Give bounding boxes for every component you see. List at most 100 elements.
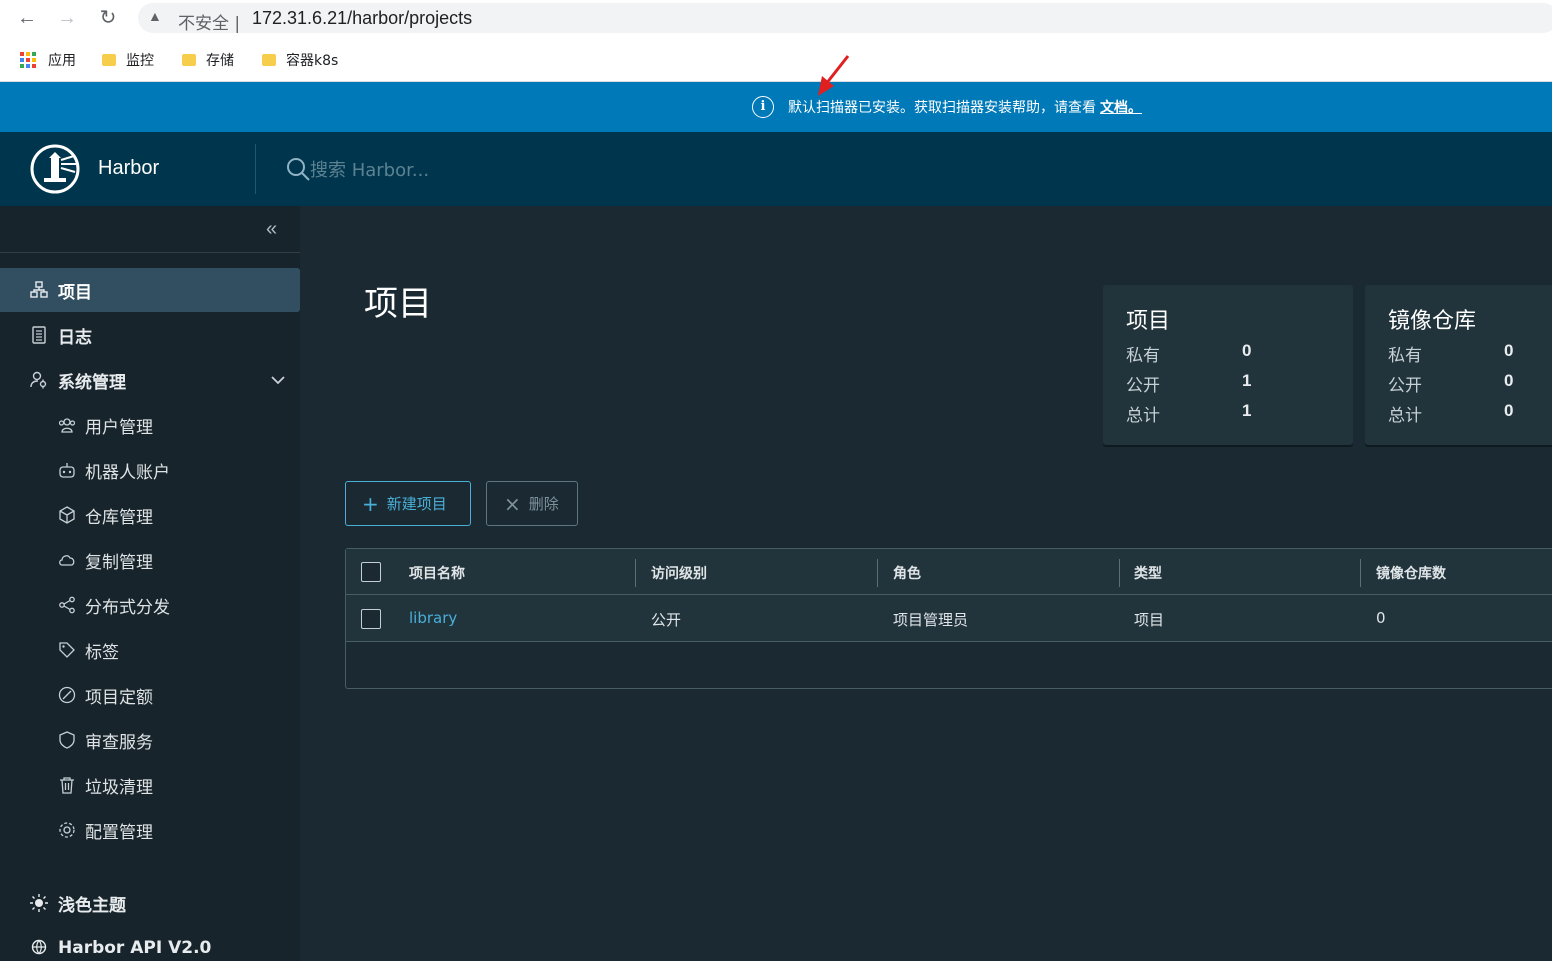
folder-icon bbox=[182, 54, 196, 66]
header-divider bbox=[255, 144, 256, 194]
column-header[interactable]: 访问级别 bbox=[651, 563, 707, 583]
access-level-cell: 公开 bbox=[651, 611, 682, 629]
collapse-sidebar-icon[interactable]: « bbox=[266, 218, 277, 241]
robot-icon bbox=[59, 463, 75, 478]
card-value: 1 bbox=[1242, 401, 1252, 420]
card-value: 1 bbox=[1242, 371, 1252, 390]
delete-button[interactable]: × 删除 bbox=[486, 481, 578, 526]
column-header[interactable]: 角色 bbox=[893, 563, 921, 583]
tag-icon bbox=[59, 642, 75, 658]
column-separator[interactable] bbox=[635, 559, 636, 587]
chevron-down-icon[interactable] bbox=[268, 370, 288, 390]
projects-summary-card: 项目 私有 0 公开 1 总计 1 bbox=[1103, 285, 1353, 445]
sidebar-item-admin[interactable]: 系统管理 bbox=[0, 358, 300, 402]
sidebar-item-label: 项目定额 bbox=[85, 687, 153, 708]
bookmark-storage[interactable]: 存储 bbox=[182, 50, 234, 70]
back-icon[interactable]: ← bbox=[15, 6, 39, 30]
reload-icon[interactable]: ↻ bbox=[96, 6, 120, 30]
insecure-label: 不安全 | bbox=[178, 14, 241, 34]
column-separator[interactable] bbox=[1119, 559, 1120, 587]
projects-table: 项目名称 访问级别 角色 类型 镜像仓库数 library 公开 项目管理员 项… bbox=[345, 548, 1552, 689]
sidebar-item-label: 用户管理 bbox=[85, 417, 153, 438]
table-header: 项目名称 访问级别 角色 类型 镜像仓库数 bbox=[346, 549, 1552, 595]
project-name-link[interactable]: library bbox=[409, 609, 457, 627]
card-value: 0 bbox=[1504, 401, 1514, 420]
theme-label: 浅色主题 bbox=[58, 895, 126, 916]
row-checkbox[interactable] bbox=[361, 609, 381, 629]
sidebar-item-registries[interactable]: 仓库管理 bbox=[0, 493, 300, 537]
new-project-button[interactable]: + 新建项目 bbox=[345, 481, 471, 526]
sidebar-item-label: 仓库管理 bbox=[85, 507, 153, 528]
sidebar-item-label: 分布式分发 bbox=[85, 597, 170, 618]
browser-toolbar: ← → ↻ ▲ 不安全 | 172.31.6.21/harbor/project… bbox=[0, 0, 1552, 36]
sidebar-item-scanners[interactable]: 审查服务 bbox=[0, 718, 300, 762]
sun-icon bbox=[30, 894, 48, 912]
distribution-icon bbox=[59, 596, 75, 614]
sidebar-item-replications[interactable]: 复制管理 bbox=[0, 538, 300, 582]
bookmarks-bar: 应用 监控 存储 容器k8s bbox=[0, 36, 1552, 82]
folder-icon bbox=[102, 54, 116, 66]
sidebar-item-projects[interactable]: 项目 bbox=[0, 268, 300, 312]
sidebar-item-users[interactable]: 用户管理 bbox=[0, 403, 300, 447]
plus-icon: + bbox=[362, 491, 379, 516]
search-input[interactable] bbox=[310, 156, 710, 184]
new-project-label: 新建项目 bbox=[386, 495, 447, 513]
registry-icon bbox=[59, 506, 75, 524]
sidebar-item-label: 标签 bbox=[85, 642, 119, 663]
api-link[interactable]: Harbor API V2.0 bbox=[0, 926, 300, 961]
sidebar-item-label: 审查服务 bbox=[85, 732, 153, 753]
column-separator[interactable] bbox=[877, 559, 878, 587]
bookmark-monitor[interactable]: 监控 bbox=[102, 50, 154, 70]
sidebar-item-label: 机器人账户 bbox=[85, 462, 170, 483]
address-bar[interactable]: ▲ 不安全 | 172.31.6.21/harbor/projects bbox=[138, 3, 1552, 34]
type-cell: 项目 bbox=[1134, 611, 1165, 629]
column-separator[interactable] bbox=[1360, 559, 1361, 587]
sidebar-item-distributions[interactable]: 分布式分发 bbox=[0, 583, 300, 627]
bookmark-label: 存储 bbox=[206, 53, 234, 69]
theme-toggle[interactable]: 浅色主题 bbox=[0, 881, 300, 925]
card-label: 公开 bbox=[1388, 376, 1422, 396]
apps-grid-icon bbox=[20, 52, 36, 68]
gear-icon bbox=[59, 822, 75, 838]
card-title: 镜像仓库 bbox=[1388, 309, 1477, 334]
app-header: Harbor bbox=[0, 132, 1552, 206]
card-label: 总计 bbox=[1388, 406, 1422, 426]
search-icon bbox=[287, 158, 310, 181]
bookmark-label: 容器k8s bbox=[286, 53, 339, 69]
banner-doc-link[interactable]: 文档。 bbox=[1100, 97, 1142, 117]
card-label: 公开 bbox=[1126, 376, 1160, 396]
sidebar-item-configuration[interactable]: 配置管理 bbox=[0, 808, 300, 852]
column-header[interactable]: 项目名称 bbox=[409, 563, 465, 583]
card-label: 私有 bbox=[1388, 346, 1422, 366]
bookmark-k8s[interactable]: 容器k8s bbox=[262, 50, 338, 70]
column-header[interactable]: 镜像仓库数 bbox=[1376, 563, 1446, 583]
sidebar-item-labels[interactable]: 标签 bbox=[0, 628, 300, 672]
sidebar-item-robot-accounts[interactable]: 机器人账户 bbox=[0, 448, 300, 492]
repositories-summary-card: 镜像仓库 私有 0 公开 0 总计 0 bbox=[1365, 285, 1552, 445]
sidebar-item-logs[interactable]: 日志 bbox=[0, 313, 300, 357]
sidebar-item-garbage-collection[interactable]: 垃圾清理 bbox=[0, 763, 300, 807]
delete-label: 删除 bbox=[528, 495, 559, 513]
sidebar-item-label: 系统管理 bbox=[58, 372, 126, 393]
quota-icon bbox=[58, 686, 76, 704]
repo-count-cell: 0 bbox=[1376, 609, 1386, 627]
sidebar-item-quotas[interactable]: 项目定额 bbox=[0, 673, 300, 717]
sidebar: « 项目 日志 系统管理 用户管理 机器人账户 仓库管理 复制管理 分布式分发 … bbox=[0, 206, 300, 961]
forward-icon[interactable]: → bbox=[55, 6, 79, 30]
select-all-checkbox[interactable] bbox=[361, 562, 381, 582]
brand-name[interactable]: Harbor bbox=[98, 157, 159, 180]
warning-icon: ▲ bbox=[148, 8, 162, 24]
sidebar-divider bbox=[0, 252, 300, 253]
page-title: 项目 bbox=[364, 284, 432, 324]
bookmark-label: 应用 bbox=[48, 53, 76, 69]
trash-icon bbox=[60, 777, 74, 794]
close-icon: × bbox=[504, 491, 521, 516]
column-header[interactable]: 类型 bbox=[1134, 563, 1162, 583]
url-text[interactable]: 172.31.6.21/harbor/projects bbox=[252, 8, 472, 29]
logs-icon bbox=[32, 326, 46, 344]
table-row[interactable]: library 公开 项目管理员 项目 0 bbox=[346, 595, 1552, 642]
harbor-logo[interactable] bbox=[30, 144, 80, 194]
sidebar-item-label: 垃圾清理 bbox=[85, 777, 153, 798]
role-cell: 项目管理员 bbox=[893, 611, 969, 629]
bookmark-apps[interactable]: 应用 bbox=[20, 50, 76, 70]
